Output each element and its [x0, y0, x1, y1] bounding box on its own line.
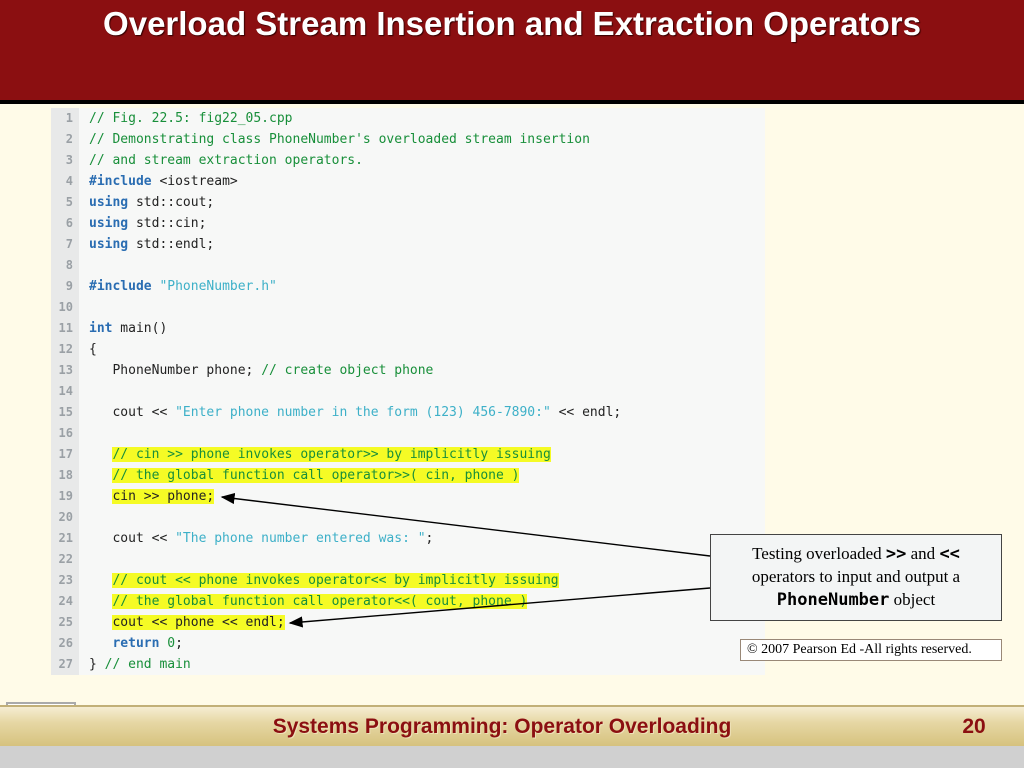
line-number: 24 — [51, 591, 79, 612]
code-line: 23 // cout << phone invokes operator<< b… — [51, 570, 765, 591]
line-number: 7 — [51, 234, 79, 255]
code-line: 13 PhoneNumber phone; // create object p… — [51, 360, 765, 381]
line-number: 13 — [51, 360, 79, 381]
code-line: 16 — [51, 423, 765, 444]
code-line: 25 cout << phone << endl; — [51, 612, 765, 633]
line-code: #include <iostream> — [79, 171, 238, 192]
code-line: 10 — [51, 297, 765, 318]
code-line: 8 — [51, 255, 765, 276]
line-number: 17 — [51, 444, 79, 465]
line-code: // Demonstrating class PhoneNumber's ove… — [79, 129, 590, 150]
line-code: return 0; — [79, 633, 183, 654]
line-code: cin >> phone; — [79, 486, 214, 507]
line-number: 20 — [51, 507, 79, 528]
code-line: 19 cin >> phone; — [51, 486, 765, 507]
footer-band: Systems Programming: Operator Overloadin… — [0, 705, 1024, 746]
line-number: 12 — [51, 339, 79, 360]
code-line: 3// and stream extraction operators. — [51, 150, 765, 171]
line-code: // and stream extraction operators. — [79, 150, 363, 171]
code-line: 2// Demonstrating class PhoneNumber's ov… — [51, 129, 765, 150]
slide-header: Overload Stream Insertion and Extraction… — [0, 0, 1024, 104]
line-number: 16 — [51, 423, 79, 444]
code-line: 24 // the global function call operator<… — [51, 591, 765, 612]
line-code: // the global function call operator<<( … — [79, 591, 527, 612]
code-line: 15 cout << "Enter phone number in the fo… — [51, 402, 765, 423]
line-number: 11 — [51, 318, 79, 339]
line-code — [79, 297, 97, 318]
line-code: // cin >> phone invokes operator>> by im… — [79, 444, 551, 465]
line-number: 19 — [51, 486, 79, 507]
code-line: 14 — [51, 381, 765, 402]
line-number: 25 — [51, 612, 79, 633]
line-number: 23 — [51, 570, 79, 591]
line-number: 5 — [51, 192, 79, 213]
callout-text: Testing overloaded >> and << operators t… — [752, 544, 960, 609]
line-number: 26 — [51, 633, 79, 654]
line-code: // Fig. 22.5: fig22_05.cpp — [79, 108, 293, 129]
line-code: // the global function call operator>>( … — [79, 465, 519, 486]
line-code: // cout << phone invokes operator<< by i… — [79, 570, 559, 591]
footer-title: Systems Programming: Operator Overloadin… — [80, 715, 924, 739]
line-number: 1 — [51, 108, 79, 129]
line-number: 27 — [51, 654, 79, 675]
line-code: cout << "Enter phone number in the form … — [79, 402, 621, 423]
copyright-notice: © 2007 Pearson Ed -All rights reserved. — [740, 639, 1002, 661]
page-number: 20 — [924, 715, 1024, 739]
line-code: using std::cout; — [79, 192, 214, 213]
line-code: } // end main — [79, 654, 191, 675]
line-number: 9 — [51, 276, 79, 297]
line-code: int main() — [79, 318, 167, 339]
slide-title: Overload Stream Insertion and Extraction… — [10, 2, 1014, 47]
line-code — [79, 255, 97, 276]
line-code: using std::cin; — [79, 213, 206, 234]
line-code: #include "PhoneNumber.h" — [79, 276, 277, 297]
code-line: 1// Fig. 22.5: fig22_05.cpp — [51, 108, 765, 129]
line-number: 21 — [51, 528, 79, 549]
code-line: 5using std::cout; — [51, 192, 765, 213]
line-code: PhoneNumber phone; // create object phon… — [79, 360, 433, 381]
code-line: 9#include "PhoneNumber.h" — [51, 276, 765, 297]
line-code — [79, 549, 97, 570]
line-code: cout << "The phone number entered was: "… — [79, 528, 433, 549]
code-line: 18 // the global function call operator>… — [51, 465, 765, 486]
line-code: { — [79, 339, 97, 360]
code-line: 27} // end main — [51, 654, 765, 675]
code-line: 7using std::endl; — [51, 234, 765, 255]
code-line: 21 cout << "The phone number entered was… — [51, 528, 765, 549]
code-line: 20 — [51, 507, 765, 528]
code-line: 26 return 0; — [51, 633, 765, 654]
line-code: using std::endl; — [79, 234, 214, 255]
line-number: 22 — [51, 549, 79, 570]
code-line: 17 // cin >> phone invokes operator>> by… — [51, 444, 765, 465]
line-number: 8 — [51, 255, 79, 276]
line-number: 2 — [51, 129, 79, 150]
line-number: 10 — [51, 297, 79, 318]
line-code — [79, 507, 97, 528]
line-number: 14 — [51, 381, 79, 402]
code-line: 22 — [51, 549, 765, 570]
line-code — [79, 381, 97, 402]
code-line: 4#include <iostream> — [51, 171, 765, 192]
line-number: 15 — [51, 402, 79, 423]
line-number: 18 — [51, 465, 79, 486]
footer-gray-strip — [0, 746, 1024, 768]
callout-box: Testing overloaded >> and << operators t… — [710, 534, 1002, 621]
code-listing: 1// Fig. 22.5: fig22_05.cpp2// Demonstra… — [51, 108, 765, 675]
code-line: 11int main() — [51, 318, 765, 339]
line-code — [79, 423, 97, 444]
code-line: 6using std::cin; — [51, 213, 765, 234]
line-number: 3 — [51, 150, 79, 171]
line-number: 6 — [51, 213, 79, 234]
code-line: 12{ — [51, 339, 765, 360]
line-code: cout << phone << endl; — [79, 612, 285, 633]
line-number: 4 — [51, 171, 79, 192]
